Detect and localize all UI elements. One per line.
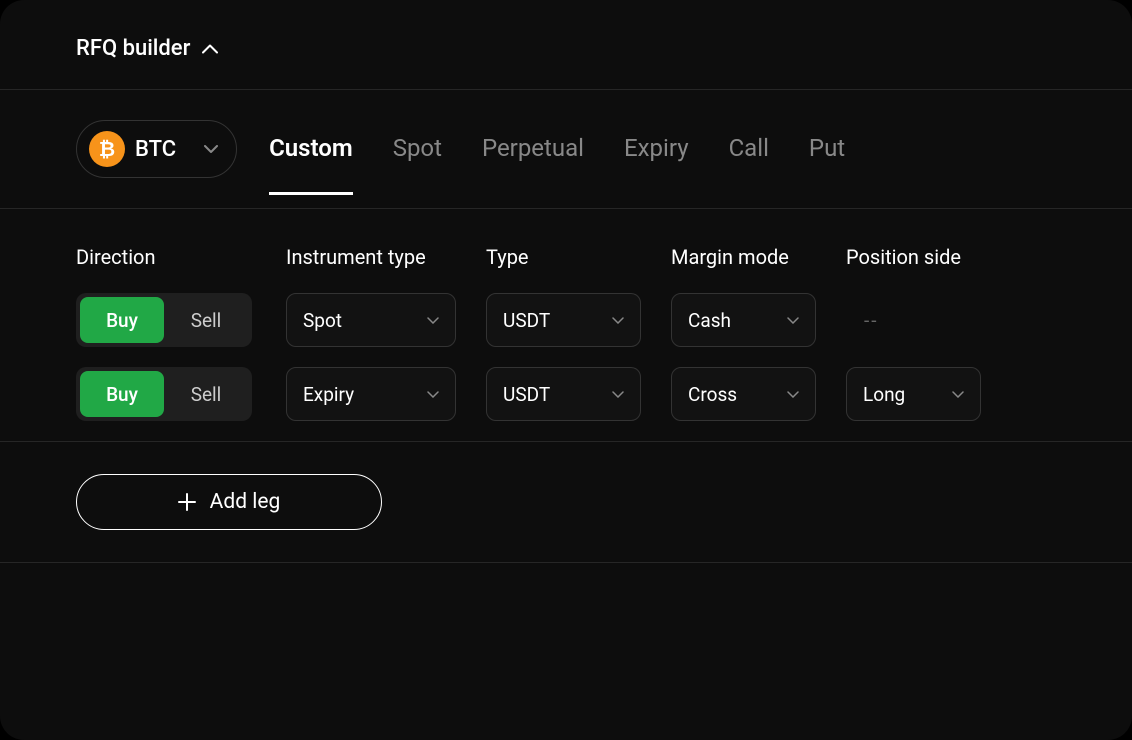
- legs-content: Direction Instrument type Type Margin mo…: [0, 209, 1132, 442]
- strategy-tabs: Custom Spot Perpetual Expiry Call Put: [269, 134, 845, 195]
- sell-button[interactable]: Sell: [164, 297, 248, 343]
- panel-header: RFQ builder: [0, 0, 1132, 90]
- direction-toggle: Buy Sell: [76, 293, 252, 347]
- sell-button[interactable]: Sell: [164, 371, 248, 417]
- position-side-empty: --: [846, 309, 879, 332]
- select-value: Expiry: [303, 383, 354, 406]
- chevron-up-icon[interactable]: [202, 44, 218, 54]
- type-select[interactable]: USDT: [486, 367, 641, 421]
- select-value: Long: [863, 383, 905, 406]
- select-value: Cash: [688, 309, 731, 332]
- chevron-down-icon: [952, 391, 964, 398]
- tab-put[interactable]: Put: [809, 134, 845, 195]
- leg-row: Buy Sell Expiry USDT: [76, 367, 1092, 421]
- select-value: USDT: [503, 383, 550, 406]
- add-leg-label: Add leg: [210, 490, 281, 514]
- tab-custom[interactable]: Custom: [269, 134, 353, 195]
- margin-mode-select[interactable]: Cash: [671, 293, 816, 347]
- buy-button[interactable]: Buy: [80, 371, 164, 417]
- type-select[interactable]: USDT: [486, 293, 641, 347]
- col-direction-label: Direction: [76, 245, 156, 269]
- leg-row: Buy Sell Spot USDT: [76, 293, 1092, 347]
- tab-call[interactable]: Call: [729, 134, 769, 195]
- col-position-label: Position side: [846, 245, 961, 269]
- chevron-down-icon: [612, 391, 624, 398]
- instrument-type-select[interactable]: Spot: [286, 293, 456, 347]
- col-type-label: Type: [486, 245, 529, 269]
- select-value: USDT: [503, 309, 550, 332]
- instrument-type-select[interactable]: Expiry: [286, 367, 456, 421]
- direction-toggle: Buy Sell: [76, 367, 252, 421]
- chevron-down-icon: [612, 317, 624, 324]
- bitcoin-icon: ₿: [89, 131, 125, 167]
- select-value: Spot: [303, 309, 342, 332]
- margin-mode-select[interactable]: Cross: [671, 367, 816, 421]
- plus-icon: [178, 493, 196, 511]
- select-value: Cross: [688, 383, 737, 406]
- asset-symbol: BTC: [135, 137, 176, 162]
- asset-selector[interactable]: ₿ BTC: [76, 120, 237, 178]
- chevron-down-icon: [427, 317, 439, 324]
- tab-spot[interactable]: Spot: [393, 134, 442, 195]
- toolbar: ₿ BTC Custom Spot Perpetual Expiry Call …: [0, 90, 1132, 209]
- col-margin-label: Margin mode: [671, 245, 789, 269]
- add-leg-section: Add leg: [0, 442, 1132, 563]
- panel-title: RFQ builder: [76, 36, 190, 61]
- add-leg-button[interactable]: Add leg: [76, 474, 382, 530]
- tab-expiry[interactable]: Expiry: [624, 134, 689, 195]
- chevron-down-icon: [427, 391, 439, 398]
- rfq-builder-panel: RFQ builder ₿ BTC Custom Spot Perpetual …: [0, 0, 1132, 740]
- columns-header: Direction Instrument type Type Margin mo…: [76, 245, 1092, 269]
- chevron-down-icon: [204, 145, 218, 153]
- buy-button[interactable]: Buy: [80, 297, 164, 343]
- chevron-down-icon: [787, 317, 799, 324]
- col-instrument-label: Instrument type: [286, 245, 426, 269]
- chevron-down-icon: [787, 391, 799, 398]
- tab-perpetual[interactable]: Perpetual: [482, 134, 584, 195]
- position-side-select[interactable]: Long: [846, 367, 981, 421]
